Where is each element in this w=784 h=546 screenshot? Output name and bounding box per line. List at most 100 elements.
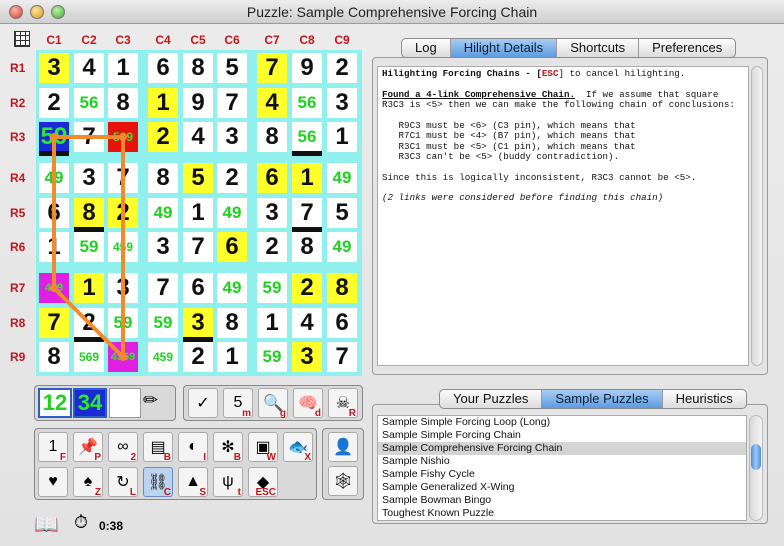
list-item[interactable]: Sample Fishy Cycle [378, 468, 746, 481]
scrollbar-thumb[interactable] [751, 444, 761, 470]
eraser-tool[interactable]: ◆ ESC [248, 467, 278, 498]
board-cell[interactable]: 2 [74, 308, 104, 338]
shapes-tool[interactable]: ▲ S [178, 467, 208, 498]
grid-icon[interactable] [14, 31, 30, 47]
board-cell[interactable]: 9 [292, 53, 322, 83]
brain-tool[interactable]: 🧠 d [293, 388, 323, 419]
board-cell[interactable]: 8 [108, 88, 138, 118]
board-cell[interactable]: 56 [74, 88, 104, 118]
board-cell[interactable]: 49 [217, 198, 247, 228]
candidate-counter[interactable]: 34 [73, 388, 107, 418]
board-cell[interactable]: 3 [74, 163, 104, 193]
board-cell[interactable]: 3 [217, 122, 247, 152]
pair-tool[interactable]: ∞ 2 [108, 432, 138, 463]
board-cell[interactable]: 49 [148, 198, 178, 228]
board-cell[interactable]: 5 [217, 53, 247, 83]
details-scrollbar[interactable] [751, 66, 763, 366]
board-cell[interactable]: 6 [183, 273, 213, 303]
board-cell[interactable]: 1 [74, 273, 104, 303]
board-cell[interactable]: 2 [183, 342, 213, 372]
avatar[interactable]: 👤 [328, 432, 358, 462]
book-icon[interactable]: 📖 [34, 512, 59, 537]
list-item[interactable]: Sample Bowman Bingo [378, 494, 746, 507]
board-cell[interactable]: 3 [257, 198, 287, 228]
board-cell[interactable]: 4 [74, 53, 104, 83]
board-cell[interactable]: 2 [257, 232, 287, 262]
sudoku-board[interactable]: 3 4 1 6 8 5 7 9 2 2 56 8 1 9 7 4 56 3 59 7 569 2 4 3 8 56 1 49 3 7 8 5 2… [36, 50, 362, 376]
tab-log[interactable]: Log [402, 39, 451, 57]
board-cell[interactable]: 7 [217, 88, 247, 118]
box-tool[interactable]: ▤ B [143, 432, 173, 463]
board-cell[interactable]: 49 [327, 232, 357, 262]
check-tool[interactable]: ✓ [188, 388, 218, 418]
board-cell[interactable]: 459 [39, 273, 69, 303]
board-cell[interactable]: 7 [327, 342, 357, 372]
list-item[interactable]: Sample Generalized X-Wing [378, 481, 746, 494]
board-cell[interactable]: 9 [183, 88, 213, 118]
board-cell[interactable]: 8 [292, 232, 322, 262]
board-cell[interactable]: 6 [148, 53, 178, 83]
board-cell[interactable]: 8 [183, 53, 213, 83]
board-cell[interactable]: 459 [148, 342, 178, 372]
board-cell[interactable]: 1 [217, 342, 247, 372]
puzzle-list-scrollbar[interactable] [749, 415, 763, 521]
board-cell[interactable]: 569 [74, 342, 104, 372]
board-cell[interactable]: 1 [108, 53, 138, 83]
board-cell[interactable]: 2 [327, 53, 357, 83]
board-cell[interactable]: 459 [108, 232, 138, 262]
fish-tool[interactable]: 🐟 X [283, 432, 313, 463]
list-item[interactable]: Sample Comprehensive Forcing Chain [378, 442, 746, 455]
board-cell[interactable]: 3 [39, 53, 69, 83]
grass-tool[interactable]: ψt [213, 467, 243, 498]
solved-counter[interactable]: 12 [38, 388, 72, 418]
tab-preferences[interactable]: Preferences [639, 39, 735, 57]
board-cell[interactable]: 6 [327, 308, 357, 338]
board-cell[interactable]: 8 [74, 198, 104, 228]
loop-tool[interactable]: ↻ L [108, 467, 138, 498]
board-cell[interactable]: 3 [148, 232, 178, 262]
board-cell[interactable]: 4569 [108, 342, 138, 372]
tab-heuristics[interactable]: Heuristics [663, 390, 746, 408]
board-cell[interactable]: 2 [217, 163, 247, 193]
pin-tool[interactable]: 📌 P [73, 432, 103, 463]
board-cell[interactable]: 8 [217, 308, 247, 338]
board-cell[interactable]: 59 [108, 308, 138, 338]
board-cell[interactable]: 2 [108, 198, 138, 228]
board-cell[interactable]: 59 [148, 308, 178, 338]
board-cell[interactable]: 59 [74, 232, 104, 262]
board-cell[interactable]: 1 [257, 308, 287, 338]
board-cell[interactable]: 7 [183, 232, 213, 262]
board-cell[interactable]: 8 [39, 342, 69, 372]
board-cell[interactable]: 3 [327, 88, 357, 118]
board-cell[interactable]: 4 [257, 88, 287, 118]
list-item[interactable]: Sample Nishio [378, 455, 746, 468]
board-cell[interactable]: 4 [292, 308, 322, 338]
board-cell[interactable]: 7 [108, 163, 138, 193]
board-cell[interactable]: 49 [327, 163, 357, 193]
tab-hilight-details[interactable]: Hilight Details [450, 39, 558, 57]
board-cell[interactable]: 5 [183, 163, 213, 193]
board-cell[interactable]: 49 [39, 163, 69, 193]
board-cell[interactable]: 4 [183, 122, 213, 152]
pencil-icon[interactable]: ✏ [143, 390, 158, 411]
board-cell[interactable]: 1 [148, 88, 178, 118]
board-cell[interactable]: 7 [257, 53, 287, 83]
web-icon[interactable]: 🕸 [328, 466, 358, 496]
board-cell[interactable]: 2 [292, 273, 322, 303]
wing-tool[interactable]: ▣ W [248, 432, 278, 463]
chain-tool[interactable]: ⛓ C [143, 467, 173, 498]
list-item[interactable]: Sample Simple Forcing Chain [378, 429, 746, 442]
bug-tool[interactable]: ✻ B [213, 432, 243, 463]
skull-tool[interactable]: ☠ R [328, 388, 358, 419]
board-cell[interactable]: 3 [292, 342, 322, 372]
board-cell[interactable]: 5 [327, 198, 357, 228]
board-cell[interactable]: 1 [292, 163, 322, 193]
leap-tool[interactable]: ♠ Z [73, 467, 103, 498]
board-cell[interactable]: 56 [292, 88, 322, 118]
magnify-tool[interactable]: 🔍 g [258, 388, 288, 419]
list-item[interactable]: Sample Simple Forcing Loop (Long) [378, 416, 746, 429]
board-cell[interactable]: 8 [257, 122, 287, 152]
board-cell[interactable]: 7 [292, 198, 322, 228]
tab-shortcuts[interactable]: Shortcuts [557, 39, 640, 57]
circle-tool[interactable]: ◐ I [178, 432, 208, 463]
